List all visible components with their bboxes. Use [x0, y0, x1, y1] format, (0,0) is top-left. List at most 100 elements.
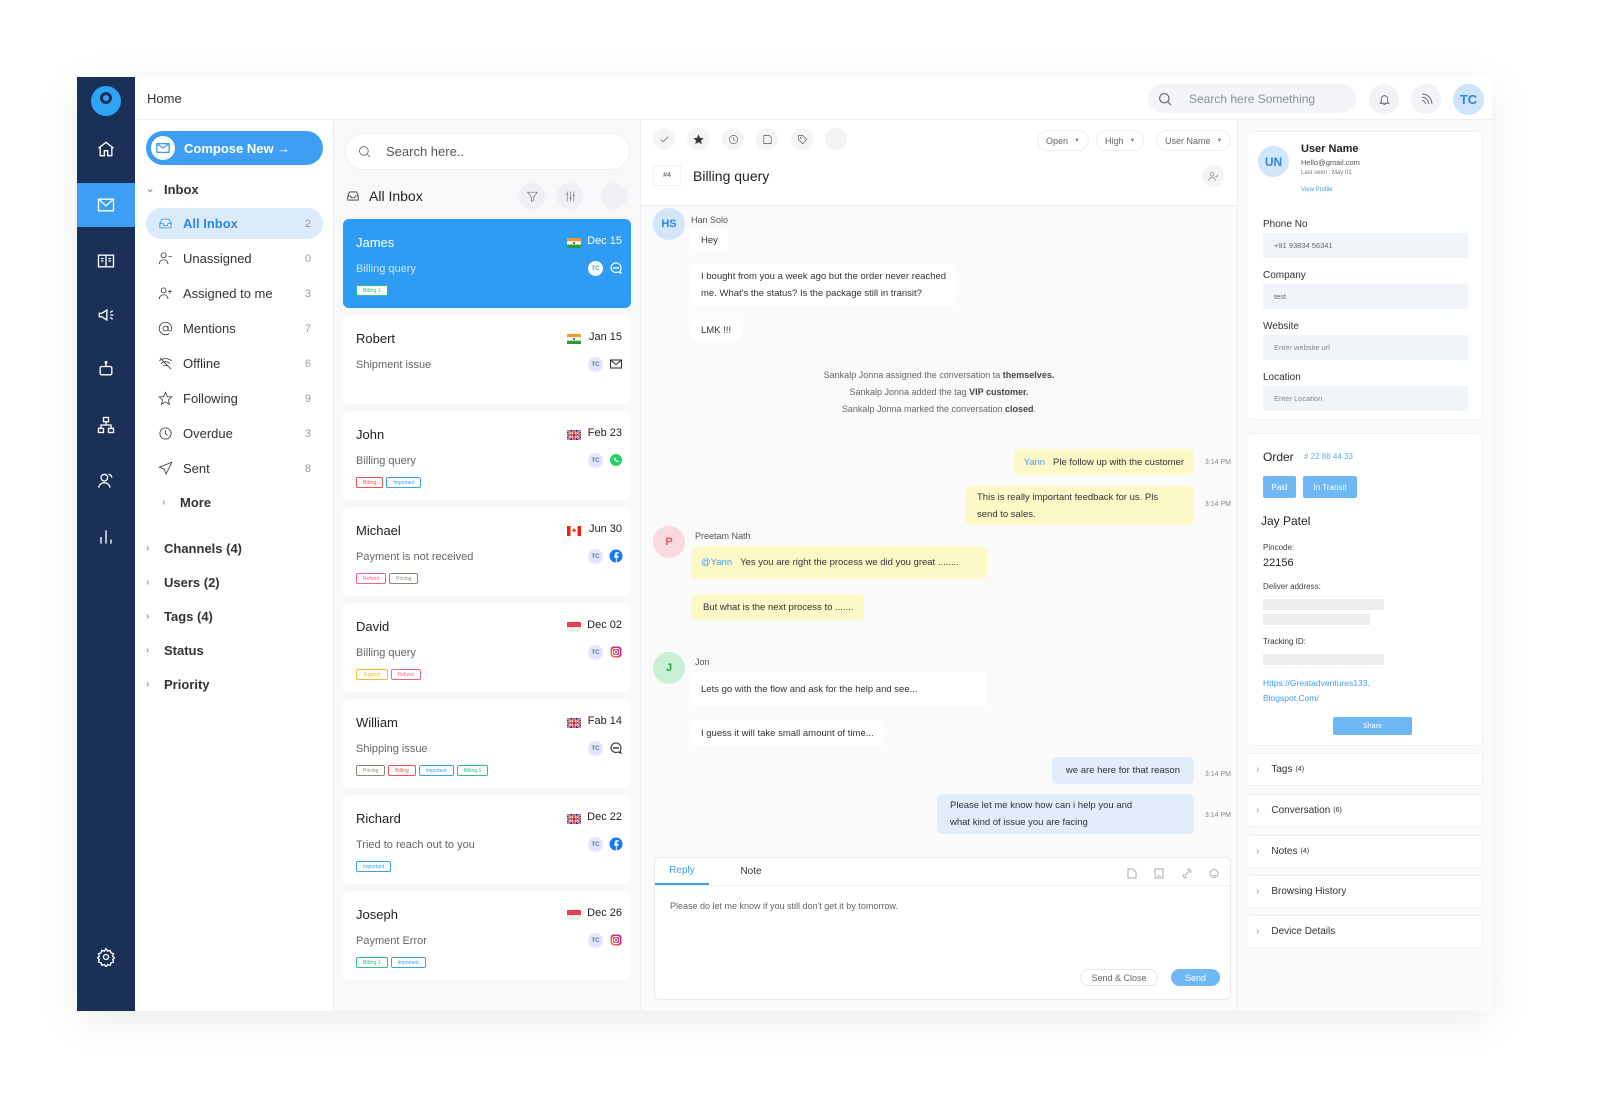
nav-item-sent[interactable]: Sent 8 [146, 453, 323, 484]
tab-note[interactable]: Note [729, 858, 773, 885]
rail-inbox[interactable] [77, 183, 135, 227]
conversation-card[interactable]: Richard Dec 22 Tried to reach out to you TC… [343, 795, 631, 884]
nav-group-label: Status [164, 643, 204, 658]
location-field[interactable]: Enter Location [1263, 386, 1468, 411]
send-and-close-button[interactable]: Send & Close [1080, 969, 1158, 986]
tag-badge[interactable]: Refund [356, 573, 387, 584]
tracking-link[interactable]: Blogspot.Com/ [1263, 693, 1319, 703]
compose-new-button[interactable]: Compose New → [146, 131, 323, 165]
send-button[interactable]: Send [1171, 969, 1220, 986]
resolve-button[interactable] [653, 128, 675, 150]
rail-bots[interactable] [77, 347, 135, 391]
nav-item-unassigned[interactable]: Unassigned 0 [146, 243, 323, 274]
assign-user-button[interactable] [1202, 165, 1224, 187]
rail-campaigns[interactable] [77, 293, 135, 337]
nav-group-status[interactable]: › Status [146, 643, 204, 658]
conversation-card[interactable]: William Fab 14 Shipping issue TC Pricing Bill… [343, 699, 631, 788]
feed-button[interactable] [1411, 84, 1441, 114]
tag-badge[interactable]: Important [386, 477, 422, 488]
rail-settings[interactable] [77, 935, 135, 979]
rail-contacts[interactable] [77, 459, 135, 503]
nav-more-toggle[interactable]: › More [162, 495, 211, 510]
phone-field[interactable]: +91 93834 56341 [1263, 233, 1468, 258]
tag-badge[interactable]: Pricing [356, 765, 386, 776]
accordion-tags[interactable]: › Tags (4) [1246, 753, 1483, 786]
tag-badge[interactable]: Refund [390, 669, 421, 680]
conversation-card[interactable]: Robert Jan 15 Shipment issue TC [343, 315, 631, 404]
nav-group-priority[interactable]: › Priority [146, 677, 210, 692]
nav-group-users[interactable]: › Users (2) [146, 575, 220, 590]
tag-badge[interactable]: Billing [388, 765, 416, 776]
assignee-dropdown[interactable]: User Name ▼ [1156, 130, 1232, 151]
conversation-card[interactable]: James Dec 15 Billing query TC Billing 1 [343, 219, 631, 308]
nav-item-assigned-to-me[interactable]: Assigned to me 3 [146, 278, 323, 309]
website-field[interactable]: Enter website url [1263, 335, 1468, 360]
conversation-card[interactable]: David Dec 02 Billing query TC Support Refund [343, 603, 631, 692]
conversation-card[interactable]: Michael Jun 30 Payment is not received TC Re… [343, 507, 631, 596]
global-search-input[interactable]: Search here Something [1148, 84, 1356, 113]
tag-badge[interactable]: Important [356, 861, 392, 872]
inbox-navigation: Compose New → ⌄ Inbox All Inbox 2 Unassi… [135, 120, 334, 1011]
attach-image-button[interactable] [1154, 866, 1164, 879]
tag-button[interactable] [791, 128, 813, 150]
snooze-button[interactable] [722, 128, 744, 150]
rail-org[interactable] [77, 403, 135, 447]
notifications-button[interactable] [1369, 84, 1399, 114]
status-dropdown[interactable]: Open ▼ [1037, 130, 1089, 151]
flag-canada-icon [567, 523, 581, 536]
nav-group-channels[interactable]: › Channels (4) [146, 541, 242, 556]
more-button[interactable] [825, 128, 847, 150]
user-avatar[interactable]: TC [1453, 84, 1484, 115]
reply-textarea[interactable]: Please do let me know if you still don't… [670, 901, 898, 911]
tag-badge[interactable]: Billing 1 [356, 285, 388, 296]
nav-item-following[interactable]: Following 9 [146, 383, 323, 414]
nav-item-overdue[interactable]: Overdue 3 [146, 418, 323, 449]
nav-group-label: Channels (4) [164, 541, 243, 556]
inbox-section-toggle[interactable]: ⌄ Inbox [146, 182, 199, 197]
tag-badge[interactable]: Pricing [389, 573, 419, 584]
sender-name: Han Solo [691, 215, 729, 225]
filter-icon [526, 191, 538, 202]
app-logo[interactable] [91, 86, 121, 116]
nav-group-tags[interactable]: › Tags (4) [146, 609, 213, 624]
star-icon [158, 391, 173, 406]
tag-badge[interactable]: Important [418, 765, 454, 776]
rail-home[interactable] [77, 127, 135, 171]
mention-link[interactable]: @Yann [701, 554, 732, 571]
nav-item-mentions[interactable]: Mentions 7 [146, 313, 323, 344]
sort-button[interactable] [557, 183, 583, 209]
nav-item-all-inbox[interactable]: All Inbox 2 [146, 208, 323, 239]
tag-badge[interactable]: Support [356, 669, 388, 680]
tab-reply[interactable]: Reply [655, 858, 709, 885]
tracking-link[interactable]: Https://Greatadventures133. [1263, 678, 1370, 688]
filter-button[interactable] [519, 183, 545, 209]
accordion-browsing-history[interactable]: › Browsing History [1246, 875, 1483, 908]
tag-badge[interactable]: Billing 1 [456, 765, 489, 776]
accordion-conversation[interactable]: › Conversation (6) [1246, 794, 1483, 827]
rail-reports[interactable] [77, 515, 135, 559]
accordion-device-details[interactable]: › Device Details [1246, 915, 1483, 948]
breadcrumb[interactable]: Home [147, 91, 182, 106]
tag-badge[interactable]: Billing 1 [356, 957, 388, 968]
global-search-placeholder: Search here Something [1189, 91, 1316, 106]
tag-badge[interactable]: Important [390, 957, 426, 968]
share-button[interactable]: Share [1333, 717, 1412, 735]
accordion-notes[interactable]: › Notes (4) [1246, 835, 1483, 868]
rail-knowledge[interactable] [77, 239, 135, 283]
company-field[interactable]: test [1263, 284, 1468, 309]
list-more-button[interactable] [601, 183, 627, 209]
tag-badge[interactable]: Billing [356, 477, 384, 488]
emoji-button[interactable] [1209, 866, 1219, 878]
conversation-search-input[interactable]: Search here.. [345, 133, 630, 170]
view-profile-link[interactable]: View Profile [1301, 187, 1333, 193]
star-button[interactable] [687, 128, 709, 150]
nav-item-offline[interactable]: Offline 6 [146, 348, 323, 379]
note-button[interactable] [756, 128, 778, 150]
order-card: Order # 22 88 44 33 Paid In Transit Jay … [1246, 433, 1483, 746]
attach-file-button[interactable] [1127, 866, 1137, 879]
priority-dropdown[interactable]: High ▼ [1096, 130, 1145, 151]
insert-link-button[interactable] [1182, 866, 1192, 879]
mention-link[interactable]: Yann [1024, 454, 1045, 471]
conversation-card[interactable]: Joseph Dec 26 Payment Error TC Billing 1 Impo… [343, 891, 631, 980]
conversation-card[interactable]: John Feb 23 Billing query TC Billing Importan… [343, 411, 631, 500]
